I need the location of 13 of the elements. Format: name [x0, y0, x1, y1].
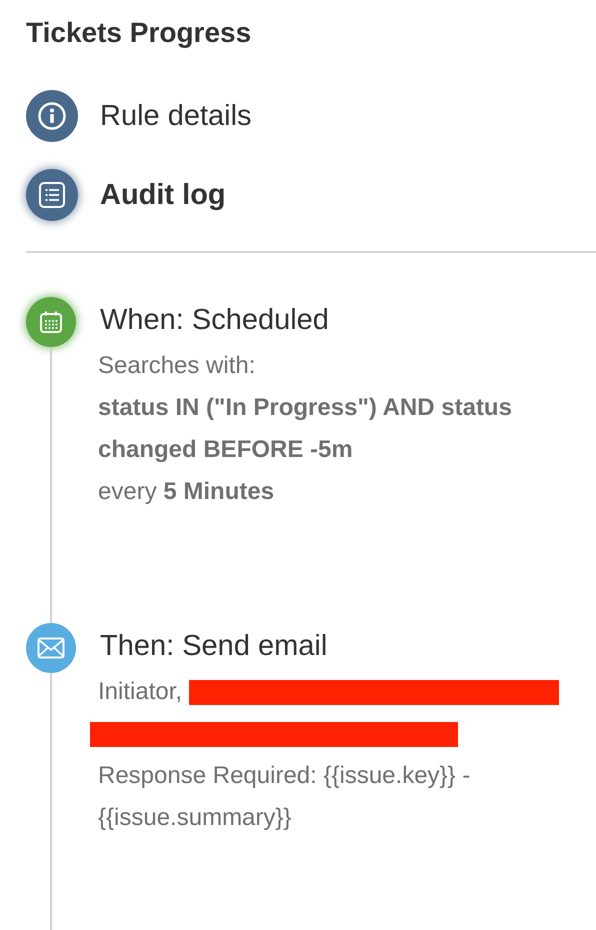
step-text: Searches with: — [98, 351, 256, 381]
info-icon — [37, 101, 67, 131]
step-text: every 5 Minutes — [98, 477, 276, 507]
step-text: Response Required: {{issue.key}} - {{issue.summary}} — [98, 761, 472, 833]
list-icon — [38, 181, 66, 209]
nav-item[interactable]: Audit log — [26, 169, 596, 221]
step-heading: When: Scheduled — [100, 303, 330, 337]
envelope-icon — [37, 637, 65, 659]
nav-item[interactable]: Rule details — [26, 90, 596, 142]
page-title: Tickets Progress — [26, 16, 252, 50]
recipients-text: Initiator, — [98, 678, 182, 705]
step-heading: Then: Send email — [100, 629, 328, 663]
calendar-icon — [39, 310, 63, 334]
